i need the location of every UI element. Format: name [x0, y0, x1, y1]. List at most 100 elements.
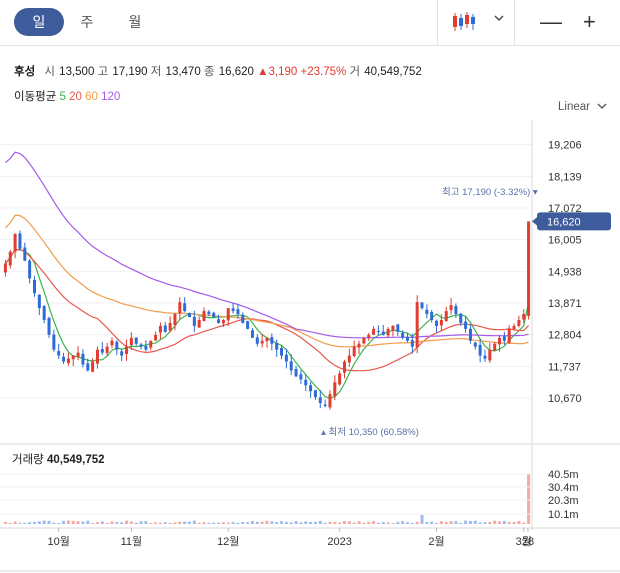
candle-body: [483, 355, 487, 359]
candle-body: [3, 263, 7, 273]
candle-body: [91, 361, 95, 372]
candle-body: [439, 319, 443, 326]
x-tick-label: 11월: [121, 535, 143, 548]
volume-bar: [221, 522, 225, 524]
volume-bar: [478, 522, 482, 524]
volume-bar: [217, 522, 221, 524]
candle-body: [18, 233, 22, 249]
volume-axis: 40.5m30.4m20.3m 10.1m: [0, 469, 579, 521]
volume-bar: [270, 521, 274, 524]
volume-bar: [173, 522, 177, 524]
volume-bar: [13, 521, 17, 524]
volume-bar: [241, 521, 245, 524]
candle-body: [405, 336, 409, 341]
candle-body: [226, 308, 230, 321]
volume-bar: [522, 522, 526, 524]
volume-bar: [95, 522, 99, 524]
candle-body: [241, 315, 245, 323]
candle-body: [381, 331, 385, 335]
volume-bar: [391, 522, 395, 524]
volume-bar: [517, 521, 521, 524]
candle-body: [37, 294, 41, 309]
price-chart[interactable]: 19,20618,13917,07216,00514,93813,87112,8…: [0, 0, 620, 573]
volume-bar: [386, 522, 390, 524]
volume-bar: [76, 521, 80, 524]
candle-body: [512, 325, 516, 329]
candle-body: [154, 334, 158, 341]
candle-body: [231, 308, 235, 312]
candle-body: [183, 303, 187, 312]
candle-body: [464, 321, 468, 329]
volume-tick-label: 10.1m: [548, 509, 579, 521]
x-tick-label: 10월: [48, 535, 70, 548]
candle-body: [76, 352, 80, 357]
price-axis: 19,20618,13917,07216,00514,93813,87112,8…: [548, 140, 582, 405]
volume-bar: [110, 521, 114, 524]
candle-body: [125, 346, 129, 355]
candle-body: [158, 325, 162, 333]
candle-body: [23, 247, 27, 261]
candle-body: [459, 313, 463, 323]
volume-bar: [212, 522, 216, 524]
volume-bar: [357, 521, 361, 524]
candle-body: [347, 355, 351, 363]
volume-bar: [154, 522, 158, 524]
volume-bar: [71, 520, 75, 524]
volume-bar: [347, 521, 351, 524]
candle-body: [338, 373, 342, 385]
candle-body: [275, 342, 279, 350]
candle-body: [62, 356, 66, 362]
candle-body: [66, 358, 70, 364]
volume-bar: [3, 521, 7, 524]
candle-body: [255, 337, 259, 344]
volume-bar: [376, 522, 380, 524]
y-tick-label: 14,938: [548, 266, 582, 278]
volume-bar: [275, 522, 279, 524]
high-annotation: 최고 17,190 (-3.32%) ▾: [442, 187, 538, 198]
candle-body: [173, 314, 177, 326]
volume-bar: [231, 522, 235, 524]
volume-bar: [343, 521, 347, 524]
volume-bar: [81, 521, 85, 524]
candle-body: [386, 328, 390, 336]
candle-body: [357, 343, 361, 348]
volume-bar: [352, 522, 356, 524]
candle-body: [57, 351, 61, 356]
volume-tick-label: 30.4m: [548, 482, 579, 494]
volume-bar: [415, 521, 419, 524]
volume-bar: [8, 522, 12, 524]
volume-bar: [28, 522, 32, 524]
volume-bar: [202, 522, 206, 524]
x-tick-label: 28: [522, 536, 534, 548]
candle-body: [110, 340, 114, 346]
volume-bar: [52, 522, 56, 524]
candle-body: [289, 361, 293, 371]
candle-body: [391, 325, 395, 331]
volume-bar: [183, 521, 187, 524]
candle-body: [401, 332, 405, 338]
volume-tick-label: 40.5m: [548, 469, 579, 481]
volume-bar: [18, 522, 22, 524]
candle-body: [139, 344, 143, 347]
candle-body: [323, 404, 327, 407]
candle-body: [430, 311, 434, 320]
candle-body: [105, 346, 109, 353]
volume-bar: [105, 522, 109, 524]
volume-bar: [420, 515, 424, 524]
volume-bar: [125, 520, 129, 524]
volume-bar: [468, 521, 472, 524]
candle-body: [187, 313, 191, 318]
candle-body: [498, 337, 502, 345]
candle-body: [280, 347, 284, 356]
candle-body: [517, 319, 521, 326]
candle-body: [362, 337, 366, 344]
volume-bar: [284, 521, 288, 524]
candle-body: [86, 363, 90, 371]
volume-bar: [430, 521, 434, 524]
volume-bar: [502, 520, 506, 524]
candle-body: [372, 328, 376, 335]
candle-body: [13, 233, 17, 252]
volume-bar: [318, 520, 322, 524]
volume-bar: [289, 522, 293, 524]
volume-bar: [313, 521, 317, 524]
